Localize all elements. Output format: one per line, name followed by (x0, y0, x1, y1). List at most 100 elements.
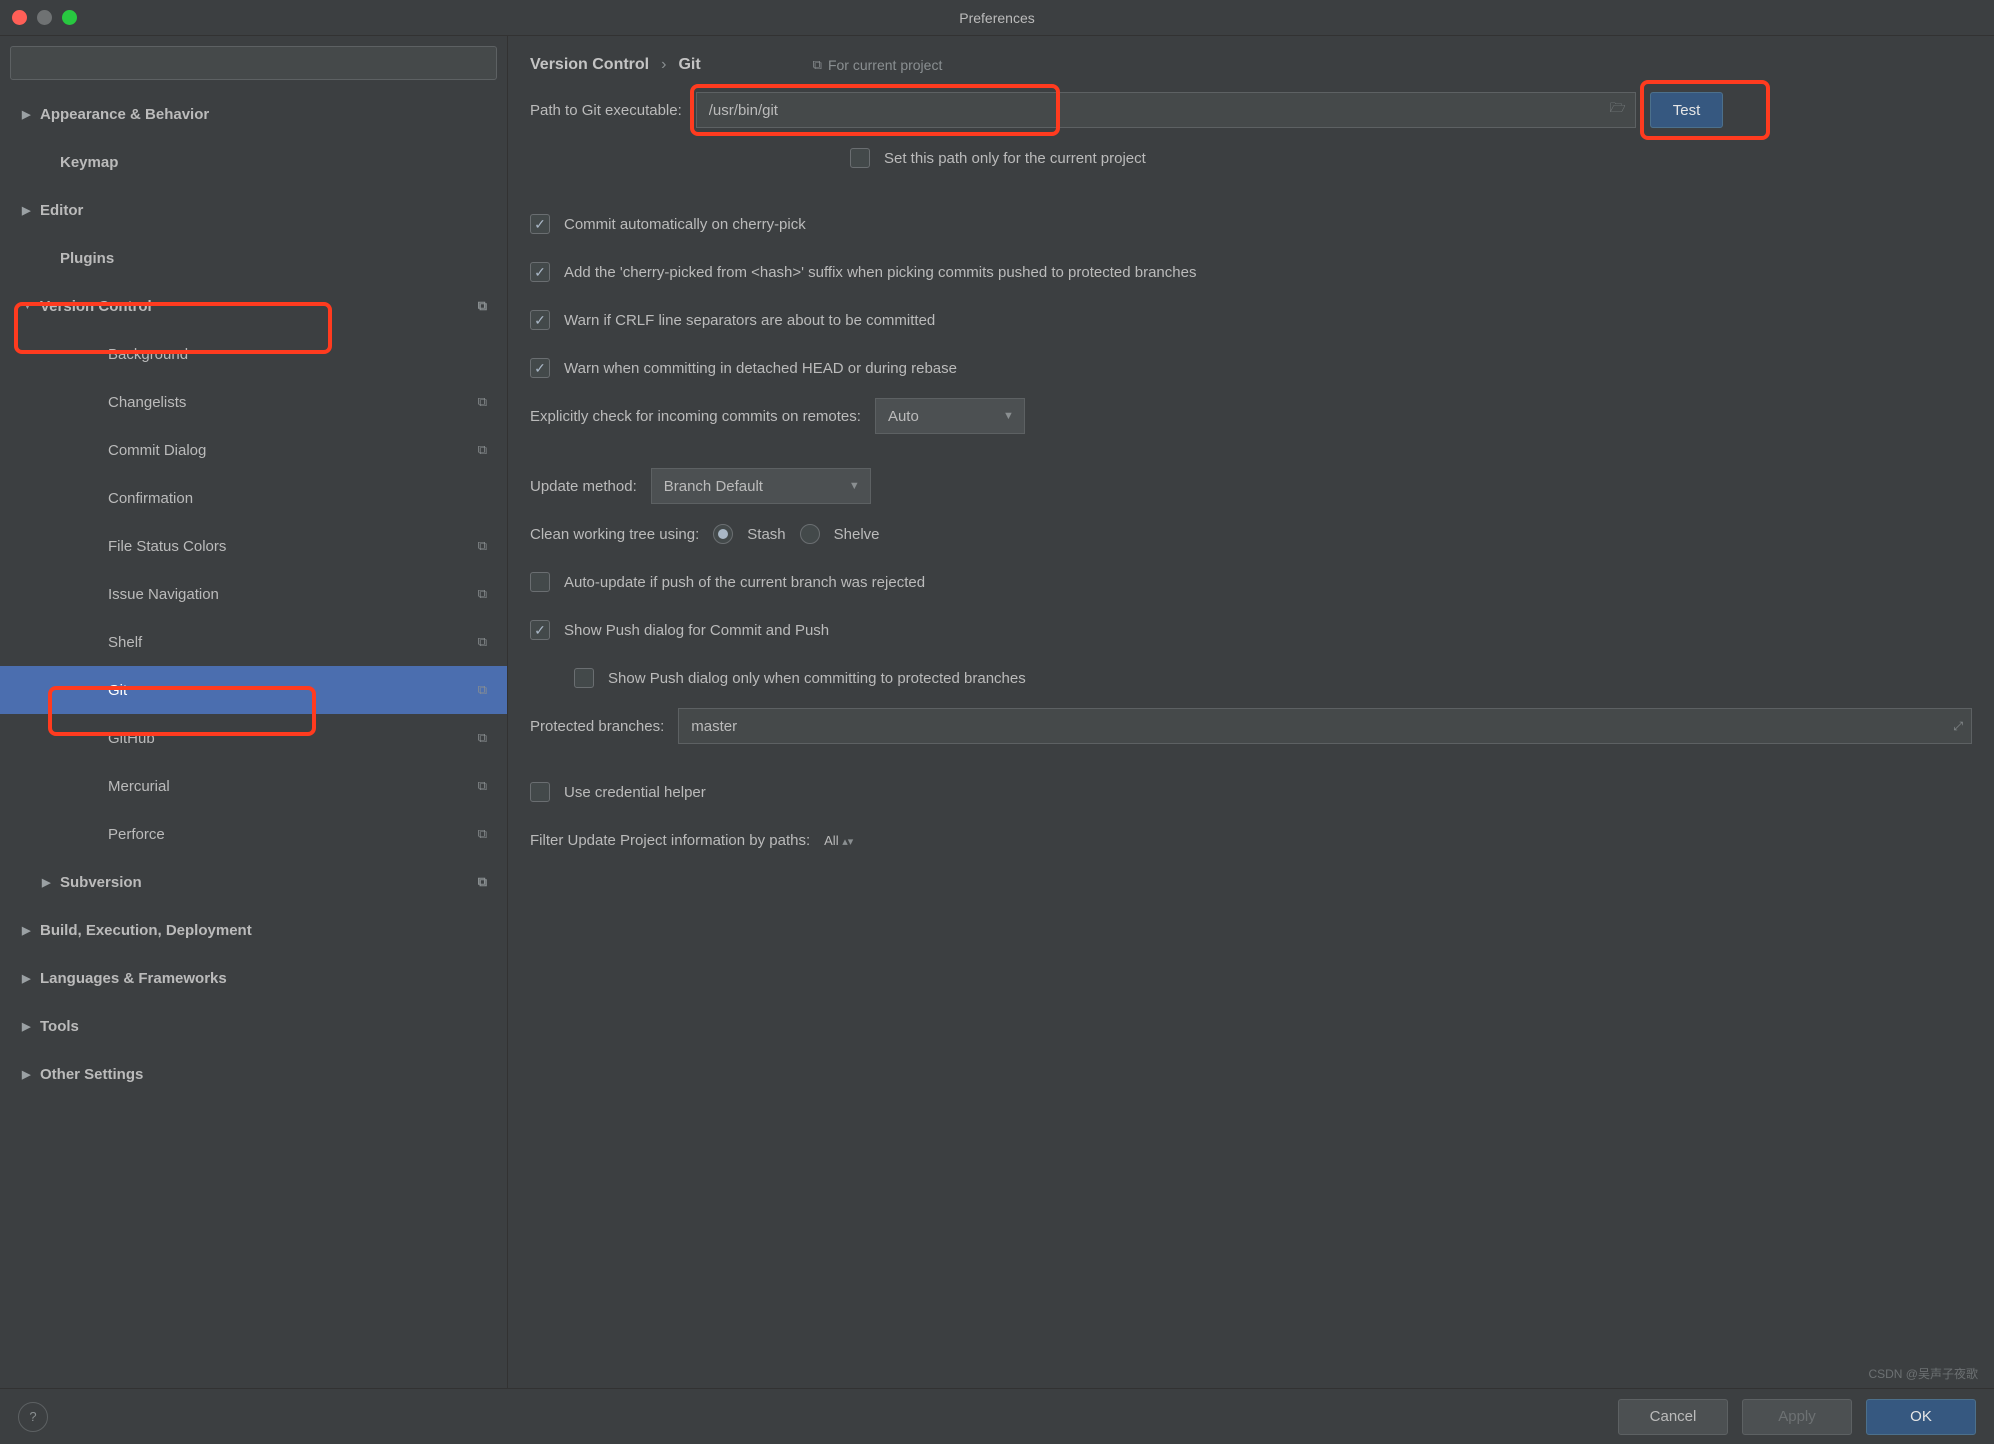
sidebar-item-label: Perforce (108, 826, 507, 843)
sidebar-item-subversion[interactable]: ▶Subversion⧉ (0, 858, 507, 906)
zoom-dot[interactable] (62, 10, 77, 25)
project-scope-label: For current project (828, 57, 942, 73)
sidebar-item-issue-navigation[interactable]: Issue Navigation⧉ (0, 570, 507, 618)
explicit-check-label: Explicitly check for incoming commits on… (530, 408, 861, 425)
show-push-checkbox[interactable] (530, 620, 550, 640)
breadcrumb-leaf: Git (678, 56, 700, 74)
sidebar-item-label: File Status Colors (108, 538, 507, 555)
copy-icon: ⧉ (813, 57, 822, 73)
crlf-label: Warn if CRLF line separators are about t… (564, 312, 935, 329)
cherry-suffix-checkbox[interactable] (530, 262, 550, 282)
apply-button[interactable]: Apply (1742, 1399, 1852, 1435)
sidebar-item-file-status-colors[interactable]: File Status Colors⧉ (0, 522, 507, 570)
copy-icon: ⧉ (478, 298, 487, 314)
sidebar-item-confirmation[interactable]: Confirmation (0, 474, 507, 522)
tree-arrow-icon: ▼ (22, 300, 40, 312)
tree-arrow-icon: ▶ (42, 876, 60, 889)
sidebar-item-github[interactable]: GitHub⧉ (0, 714, 507, 762)
breadcrumb: Version Control › Git ⧉ For current proj… (508, 36, 1994, 90)
path-current-project-checkbox[interactable] (850, 148, 870, 168)
sidebar-item-label: Other Settings (40, 1066, 507, 1083)
close-dot[interactable] (12, 10, 27, 25)
sidebar-item-keymap[interactable]: Keymap (0, 138, 507, 186)
tree-arrow-icon: ▶ (22, 1020, 40, 1033)
sidebar-item-appearance-behavior[interactable]: ▶Appearance & Behavior (0, 90, 507, 138)
path-input-wrap: 🗁 (696, 92, 1636, 128)
copy-icon: ⧉ (478, 538, 487, 554)
search-input[interactable] (10, 46, 497, 80)
clean-tree-label: Clean working tree using: (530, 526, 699, 543)
update-method-select[interactable]: Branch Default ▼ (651, 468, 871, 504)
crlf-checkbox[interactable] (530, 310, 550, 330)
expand-icon[interactable]: ⤢ (1953, 719, 1963, 734)
path-label: Path to Git executable: (530, 102, 682, 119)
watermark: CSDN @吴声子夜歌 (1868, 1365, 1978, 1382)
stash-label: Stash (747, 526, 785, 543)
sidebar-item-label: GitHub (108, 730, 507, 747)
sidebar-item-label: Keymap (60, 154, 507, 171)
detached-checkbox[interactable] (530, 358, 550, 378)
copy-icon: ⧉ (478, 778, 487, 794)
sidebar-item-tools[interactable]: ▶Tools (0, 1002, 507, 1050)
ok-button[interactable]: OK (1866, 1399, 1976, 1435)
copy-icon: ⧉ (478, 874, 487, 890)
copy-icon: ⧉ (478, 826, 487, 842)
sidebar-item-editor[interactable]: ▶Editor (0, 186, 507, 234)
sidebar-item-label: Tools (40, 1018, 507, 1035)
titlebar: Preferences (0, 0, 1994, 36)
sidebar-item-label: Git (108, 682, 507, 699)
sidebar-item-commit-dialog[interactable]: Commit Dialog⧉ (0, 426, 507, 474)
sidebar-item-label: Editor (40, 202, 507, 219)
filter-paths-value[interactable]: All ▴▾ (824, 833, 853, 848)
git-path-input[interactable] (696, 92, 1636, 128)
tree-arrow-icon: ▶ (22, 1068, 40, 1081)
sidebar-item-label: Confirmation (108, 490, 507, 507)
show-push-protected-label: Show Push dialog only when committing to… (608, 670, 1026, 687)
sidebar-item-git[interactable]: Git⧉ (0, 666, 507, 714)
sidebar-item-plugins[interactable]: Plugins (0, 234, 507, 282)
sidebar-item-mercurial[interactable]: Mercurial⧉ (0, 762, 507, 810)
settings-panel: Version Control › Git ⧉ For current proj… (508, 36, 1994, 1388)
sidebar-item-languages-frameworks[interactable]: ▶Languages & Frameworks (0, 954, 507, 1002)
sidebar-item-version-control[interactable]: ▼Version Control⧉ (0, 282, 507, 330)
copy-icon: ⧉ (478, 682, 487, 698)
copy-icon: ⧉ (478, 586, 487, 602)
sidebar-item-build-execution-deployment[interactable]: ▶Build, Execution, Deployment (0, 906, 507, 954)
explicit-check-value: Auto (888, 408, 919, 425)
cancel-button[interactable]: Cancel (1618, 1399, 1728, 1435)
sidebar-item-other-settings[interactable]: ▶Other Settings (0, 1050, 507, 1098)
sidebar-item-label: Changelists (108, 394, 507, 411)
sidebar-item-shelf[interactable]: Shelf⧉ (0, 618, 507, 666)
project-scope-badge: ⧉ For current project (813, 57, 943, 73)
help-button[interactable]: ? (18, 1402, 48, 1432)
sidebar-item-label: Commit Dialog (108, 442, 507, 459)
settings-tree: ▶Appearance & BehaviorKeymap▶EditorPlugi… (0, 90, 507, 1388)
breadcrumb-root: Version Control (530, 56, 649, 74)
credential-helper-checkbox[interactable] (530, 782, 550, 802)
shelve-radio[interactable] (800, 524, 820, 544)
protected-branches-input[interactable]: master ⤢ (678, 708, 1972, 744)
sidebar: 🔍⌄ ▶Appearance & BehaviorKeymap▶EditorPl… (0, 36, 508, 1388)
autoupdate-checkbox[interactable] (530, 572, 550, 592)
browse-folder-icon[interactable]: 🗁 (1610, 99, 1626, 121)
sidebar-item-label: Version Control (40, 298, 507, 315)
protected-branches-value: master (691, 718, 737, 735)
credential-helper-label: Use credential helper (564, 784, 706, 801)
window-controls (12, 10, 77, 25)
sidebar-item-background[interactable]: Background (0, 330, 507, 378)
sidebar-item-changelists[interactable]: Changelists⧉ (0, 378, 507, 426)
copy-icon: ⧉ (478, 634, 487, 650)
cherry-auto-checkbox[interactable] (530, 214, 550, 234)
explicit-check-select[interactable]: Auto ▼ (875, 398, 1025, 434)
sidebar-item-perforce[interactable]: Perforce⧉ (0, 810, 507, 858)
copy-icon: ⧉ (478, 442, 487, 458)
stash-radio[interactable] (713, 524, 733, 544)
test-button[interactable]: Test (1650, 92, 1724, 128)
chevron-down-icon: ▼ (849, 480, 860, 492)
show-push-label: Show Push dialog for Commit and Push (564, 622, 829, 639)
sidebar-item-label: Mercurial (108, 778, 507, 795)
shelve-label: Shelve (834, 526, 880, 543)
show-push-protected-checkbox[interactable] (574, 668, 594, 688)
minimize-dot[interactable] (37, 10, 52, 25)
sidebar-item-label: Background (108, 346, 507, 363)
